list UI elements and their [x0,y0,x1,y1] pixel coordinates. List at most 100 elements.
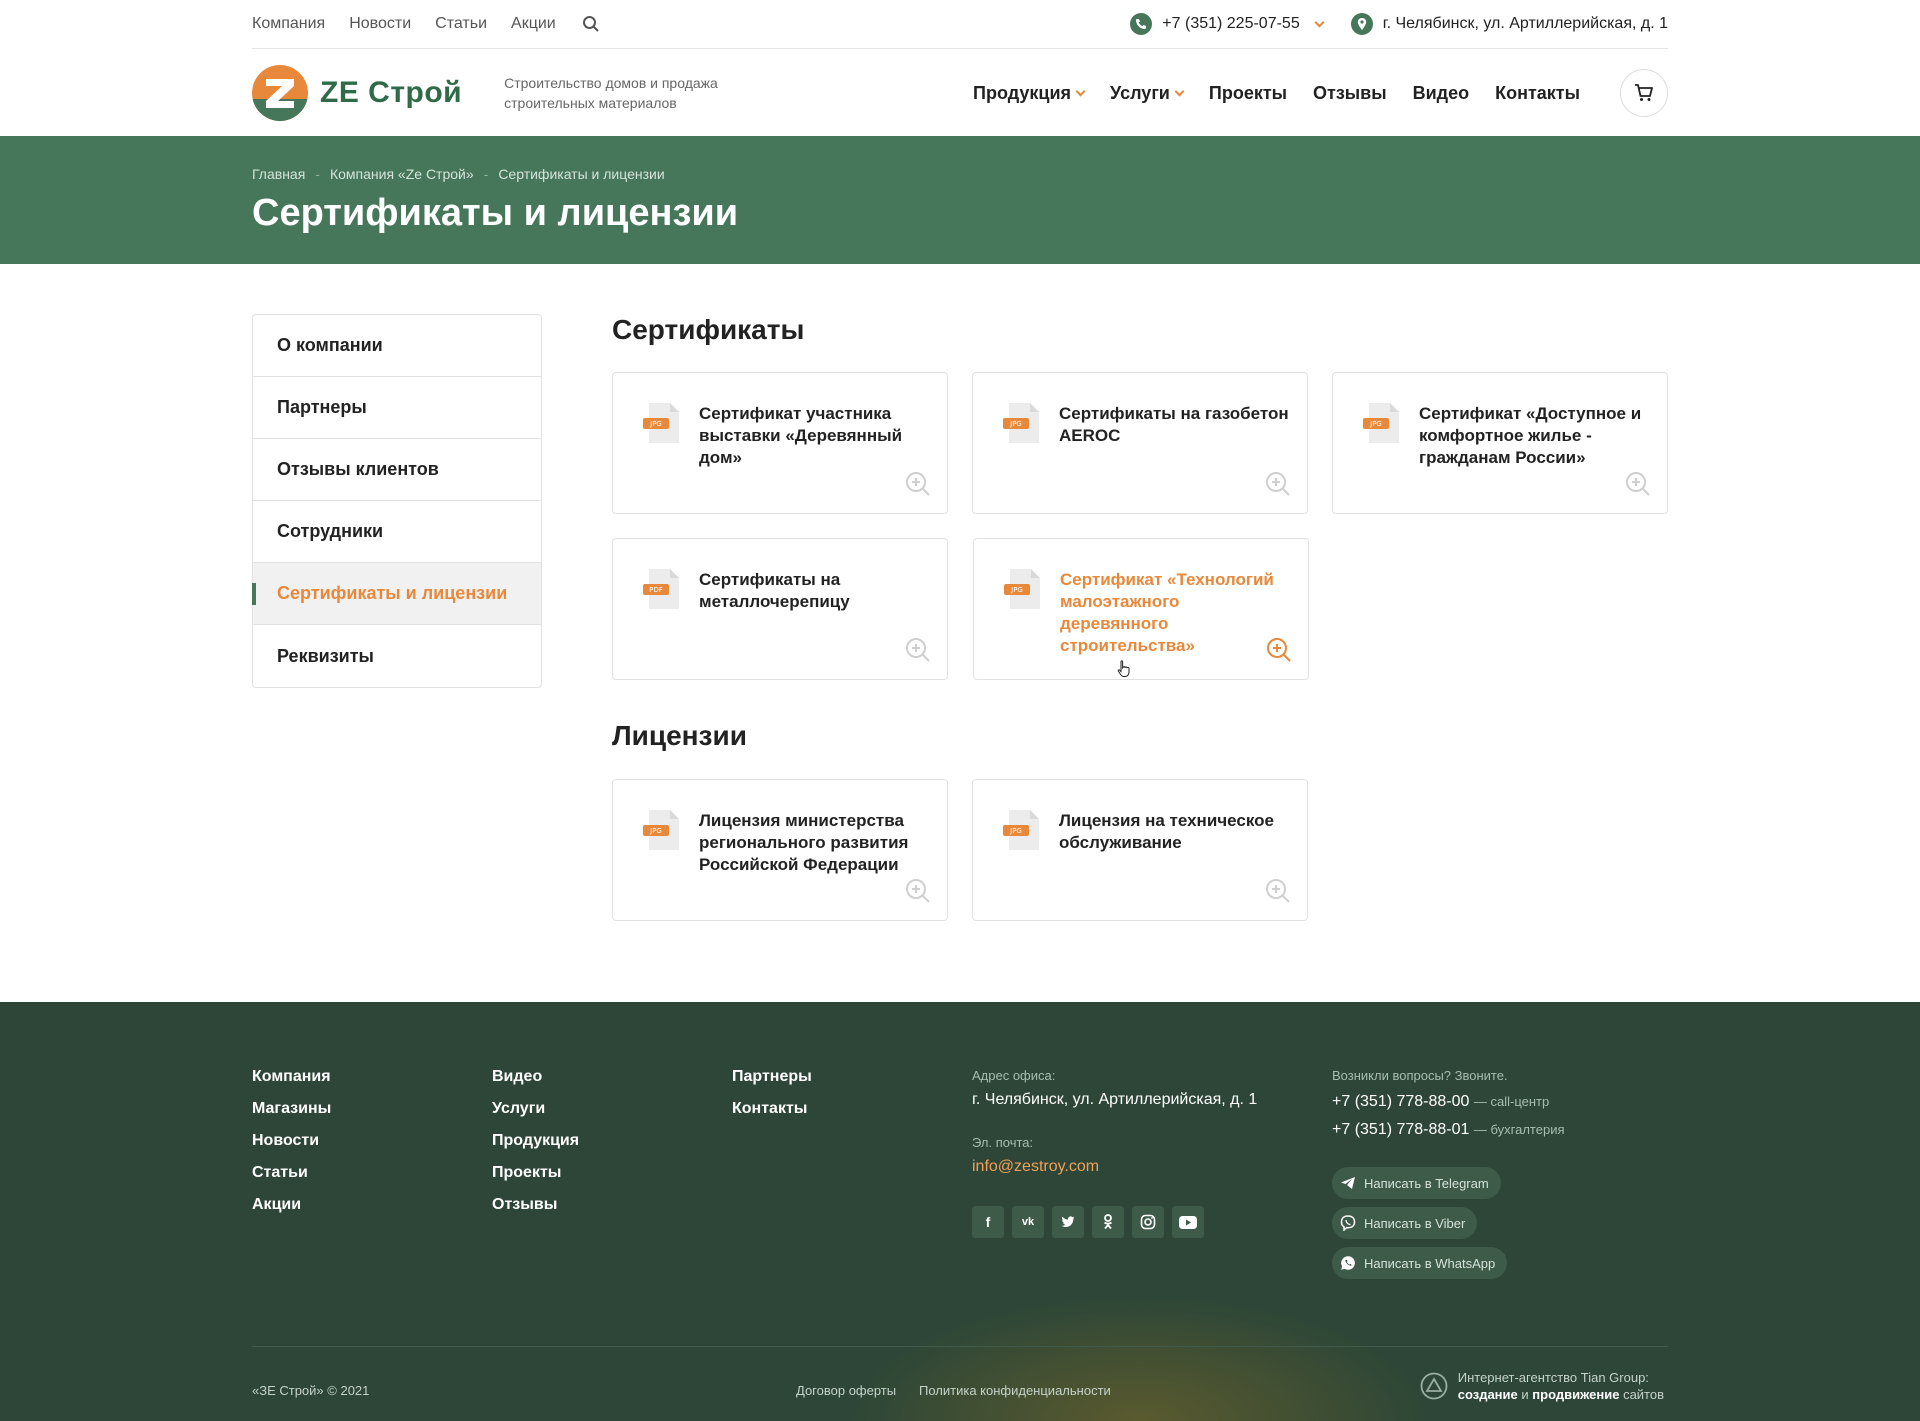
site-header: ZE Строй Строительство домов и продажа с… [252,50,1668,136]
zoom-in-icon[interactable] [905,878,931,904]
footer-link[interactable]: Акции [252,1196,331,1214]
address-block: г. Челябинск, ул. Артиллерийская, д. 1 [1350,13,1668,35]
jpg-file-icon: JPG [1004,569,1040,609]
top-nav-news[interactable]: Новости [349,15,411,33]
footer-link[interactable]: Новости [252,1132,331,1150]
phone-note: — бухгалтерия [1473,1122,1565,1137]
svg-text:JPG: JPG [1369,420,1382,428]
vk-icon[interactable]: vk [1012,1206,1044,1238]
footer-link[interactable]: Видео [492,1068,579,1086]
sidebar-item-partners[interactable]: Партнеры [253,377,541,439]
sidebar-item-staff[interactable]: Сотрудники [253,501,541,563]
top-nav-promotions[interactable]: Акции [511,15,556,33]
document-title: Сертификаты на металлочерепицу [699,570,850,611]
footer-link[interactable]: Услуги [492,1100,579,1118]
footer-link[interactable]: Магазины [252,1100,331,1118]
chevron-down-icon [1314,17,1325,27]
breadcrumb: Главная - Компания «Ze Строй» - Сертифик… [252,166,665,182]
phone-number[interactable]: +7 (351) 778-88-00 [1332,1093,1469,1110]
nav-video[interactable]: Видео [1413,83,1470,104]
youtube-icon[interactable] [1172,1206,1204,1238]
logo-mark-icon [252,65,308,121]
footer-link[interactable]: Контакты [732,1100,812,1118]
document-title: Лицензия министерства регионального разв… [699,811,909,874]
header-phone[interactable]: +7 (351) 225-07-55 [1162,15,1299,33]
sidebar-item-requisites[interactable]: Реквизиты [253,625,541,687]
jpg-file-icon: JPG [1363,403,1399,443]
messenger-buttons: Написать в Telegram Написать в Viber Нап… [1332,1167,1672,1279]
document-card[interactable]: JPG Сертификат «Доступное и комфортное ж… [1332,372,1668,514]
main-nav: Продукция Услуги Проекты Отзывы Видео Ко… [973,83,1580,104]
page-title: Сертификаты и лицензии [252,192,739,234]
breadcrumb-company[interactable]: Компания «Ze Строй» [330,166,474,182]
agency-credit[interactable]: Интернет-агентство Tian Group: создание … [1420,1369,1664,1403]
footer-link[interactable]: Продукция [492,1132,579,1150]
svg-text:JPG: JPG [1010,586,1023,594]
telegram-button[interactable]: Написать в Telegram [1332,1167,1501,1199]
breadcrumb-separator: - [483,166,489,182]
footer-link[interactable]: Партнеры [732,1068,812,1086]
breadcrumb-home[interactable]: Главная [252,166,305,182]
tagline: Строительство домов и продажа строительн… [504,75,718,111]
cart-button[interactable] [1620,69,1668,117]
nav-contacts[interactable]: Контакты [1495,83,1580,104]
agency-sites: сайтов [1623,1387,1664,1402]
footer-link[interactable]: Статьи [252,1164,331,1182]
agency-promote: продвижение [1532,1387,1620,1402]
logo[interactable]: ZE Строй [252,65,462,121]
whatsapp-button[interactable]: Написать в WhatsApp [1332,1247,1508,1279]
certificates-heading: Сертификаты [612,314,805,345]
tian-group-logo-icon [1420,1372,1448,1400]
jpg-file-icon: JPG [643,810,679,850]
zoom-in-icon[interactable] [1266,637,1292,663]
zoom-in-icon[interactable] [1625,471,1651,497]
document-card[interactable]: JPG Сертификаты на газобетон AEROC [972,372,1308,514]
document-title: Сертификат «Технологий малоэтажного дере… [1060,570,1274,655]
nav-projects[interactable]: Проекты [1209,83,1287,104]
email-link[interactable]: info@zestroy.com [972,1158,1272,1176]
nav-reviews[interactable]: Отзывы [1313,83,1387,104]
questions-label: Возникли вопросы? Звоните. [1332,1068,1508,1083]
footer-links-col-3: Партнеры Контакты [732,1068,812,1118]
top-nav-articles[interactable]: Статьи [435,15,487,33]
top-nav-company[interactable]: Компания [252,15,325,33]
document-card[interactable]: JPG Сертификат «Технологий малоэтажного … [973,538,1309,680]
nav-services[interactable]: Услуги [1110,83,1185,104]
odnoklassniki-icon[interactable] [1092,1206,1124,1238]
twitter-icon[interactable] [1052,1206,1084,1238]
instagram-icon[interactable] [1132,1206,1164,1238]
document-title: Сертификат участника выставки «Деревянны… [699,404,903,467]
zoom-in-icon[interactable] [1265,471,1291,497]
nav-products[interactable]: Продукция [973,83,1086,104]
sidebar-item-certificates[interactable]: Сертификаты и лицензии [252,563,541,625]
footer-office: Адрес офиса: г. Челябинск, ул. Артиллери… [972,1068,1272,1238]
footer-link[interactable]: Отзывы [492,1196,579,1214]
agency-and: и [1521,1387,1529,1402]
phone-number[interactable]: +7 (351) 778-88-01 [1332,1121,1469,1138]
footer-link[interactable]: Проекты [492,1164,579,1182]
zoom-in-icon[interactable] [905,637,931,663]
document-card[interactable]: JPG Лицензия министерства регионального … [612,779,948,921]
document-card[interactable]: JPG Лицензия на техническое обслуживание [972,779,1308,921]
agency-line: Интернет-агентство Tian Group: [1457,1370,1649,1385]
document-card[interactable]: JPG Сертификат участника выставки «Дерев… [612,372,948,514]
breadcrumb-separator: - [315,166,320,182]
whatsapp-label: Написать в WhatsApp [1364,1255,1496,1271]
offer-link[interactable]: Договор оферты [796,1383,896,1398]
copyright: «ЗЕ Строй» © 2021 [252,1383,370,1398]
footer-links-col-2: Видео Услуги Продукция Проекты Отзывы [492,1068,579,1214]
svg-text:JPG: JPG [1009,420,1022,428]
privacy-link[interactable]: Политика конфиденциальности [919,1383,1111,1398]
agency-services: создание и продвижение сайтов [1458,1386,1664,1403]
document-title: Сертификат «Доступное и комфортное жилье… [1419,404,1642,467]
facebook-icon[interactable]: f [972,1206,1004,1238]
footer-link[interactable]: Компания [252,1068,331,1086]
phone-dropdown[interactable]: +7 (351) 225-07-55 [1130,13,1325,35]
zoom-in-icon[interactable] [905,471,931,497]
sidebar-item-about[interactable]: О компании [253,315,541,377]
sidebar-item-reviews[interactable]: Отзывы клиентов [253,439,541,501]
search-icon[interactable] [582,15,600,33]
zoom-in-icon[interactable] [1265,878,1291,904]
viber-button[interactable]: Написать в Viber [1332,1207,1478,1239]
document-card[interactable]: PDF Сертификаты на металлочерепицу [612,538,948,680]
